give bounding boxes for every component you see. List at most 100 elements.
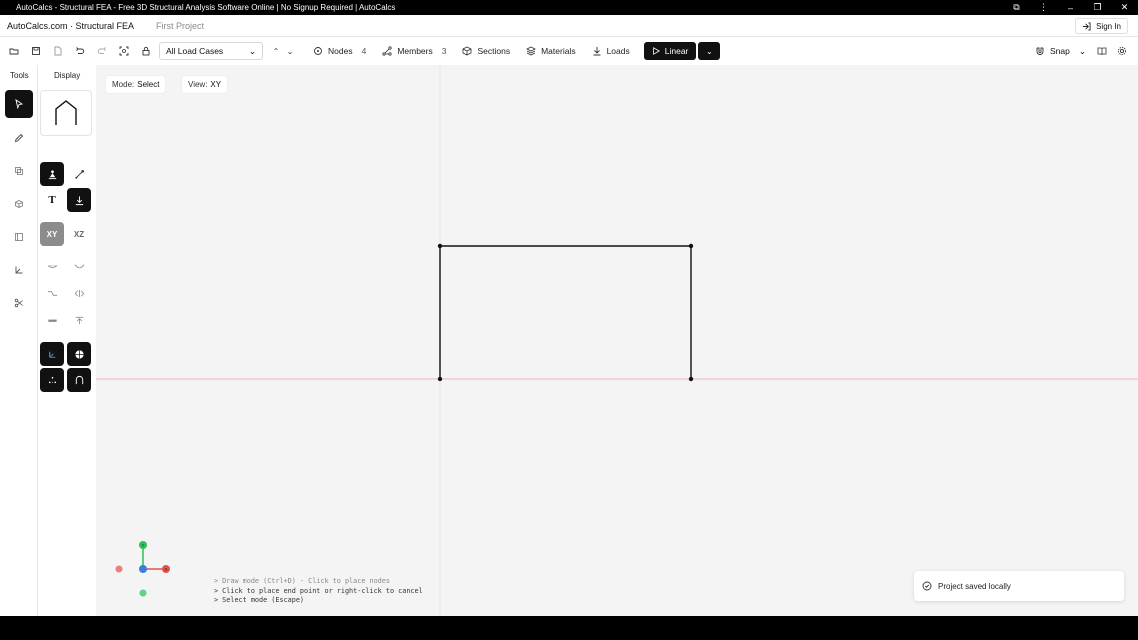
tools-panel: Tools — [0, 65, 38, 616]
redo-icon[interactable] — [91, 40, 113, 62]
support-icon — [48, 169, 56, 179]
gizmo-x-label: X — [164, 567, 167, 572]
snap-label: Snap — [1050, 46, 1070, 56]
show-member-releases-button[interactable] — [67, 162, 91, 186]
display-panel: Display T XY XZ — [38, 65, 96, 616]
show-nodes-button[interactable] — [40, 368, 64, 392]
node[interactable] — [437, 376, 443, 382]
gizmo-z-handle[interactable] — [139, 565, 147, 573]
minimize-icon[interactable]: – — [1057, 3, 1084, 13]
next-load-case-icon[interactable]: ⌄ — [283, 47, 297, 56]
load-arrow-icon — [75, 195, 83, 205]
reaction-icon — [75, 316, 83, 324]
brand-title[interactable]: AutoCalcs.com · Structural FEA — [0, 21, 134, 31]
draw-tool-button[interactable] — [5, 124, 33, 152]
show-labels-button[interactable]: T — [40, 188, 64, 212]
viewport-svg: Y X — [96, 65, 1138, 616]
sign-in-button[interactable]: Sign In — [1075, 18, 1128, 34]
chevron-down-icon: ⌄ — [1078, 45, 1086, 56]
rotate-3d-tool-button[interactable] — [5, 190, 33, 218]
arch-icon — [75, 375, 83, 384]
book-icon[interactable] — [1092, 40, 1112, 62]
previous-load-case-icon[interactable]: ⌃ — [269, 47, 283, 56]
snap-dropdown[interactable]: Snap ⌄ — [1035, 40, 1086, 62]
show-members-button[interactable] — [67, 368, 91, 392]
loads-button[interactable]: Loads — [584, 40, 638, 62]
materials-label: Materials — [541, 46, 576, 56]
save-icon[interactable] — [25, 40, 47, 62]
axes-icon — [15, 266, 23, 274]
show-reactions-button[interactable] — [67, 308, 91, 332]
node-icon — [314, 47, 322, 55]
more-icon[interactable]: ⋮ — [1030, 2, 1057, 13]
window-title: AutoCalcs - Structural FEA - Free 3D Str… — [16, 3, 396, 12]
chevron-down-icon: ⌄ — [248, 45, 256, 56]
node[interactable] — [437, 243, 443, 249]
render-mode-button[interactable] — [67, 342, 91, 366]
analysis-type-dropdown[interactable]: ⌄ — [698, 42, 721, 60]
view-plane-xz-button[interactable]: XZ — [67, 222, 91, 246]
save-toast: Project saved locally — [914, 571, 1124, 601]
loads-label: Loads — [606, 46, 630, 56]
plane-xz-label: XZ — [73, 229, 85, 239]
gizmo-neg-y-handle[interactable] — [139, 589, 147, 597]
materials-button[interactable]: Materials — [518, 40, 583, 62]
select-tool-button[interactable] — [5, 90, 33, 118]
node[interactable] — [688, 376, 694, 382]
members-count: 3 — [441, 46, 447, 56]
panel-tool-button[interactable] — [5, 223, 33, 251]
panel-icon — [15, 233, 23, 241]
toast-message: Project saved locally — [938, 581, 1011, 591]
magnet-icon — [1036, 47, 1044, 55]
show-moment-diagram-button[interactable] — [40, 254, 64, 278]
app-header: AutoCalcs.com · Structural FEA First Pro… — [0, 15, 1138, 37]
sections-button[interactable]: Sections — [454, 40, 518, 62]
sign-in-icon — [1082, 21, 1091, 31]
settings-gear-icon[interactable] — [1112, 40, 1132, 62]
show-supports-button[interactable] — [40, 162, 64, 186]
undo-icon[interactable] — [69, 40, 91, 62]
cursor-icon — [15, 99, 24, 109]
load-case-lock-icon[interactable] — [135, 40, 157, 62]
run-linear-analysis-button[interactable]: Linear — [643, 42, 697, 60]
show-deflection-button[interactable] — [67, 254, 91, 278]
window-titlebar: AutoCalcs - Structural FEA - Free 3D Str… — [0, 0, 1138, 15]
fit-view-icon[interactable] — [113, 40, 135, 62]
dimension-tool-button[interactable] — [5, 256, 33, 284]
node[interactable] — [688, 243, 694, 249]
chevron-down-icon: ⌄ — [706, 46, 713, 56]
load-case-select[interactable]: All Load Cases ⌄ — [159, 42, 263, 60]
project-name[interactable]: First Project — [156, 21, 204, 31]
cut-tool-button[interactable] — [5, 289, 33, 317]
axis-gizmo[interactable]: Y X — [115, 541, 171, 597]
show-shear-diagram-button[interactable] — [40, 281, 64, 305]
show-local-axes-button[interactable] — [40, 342, 64, 366]
sections-label: Sections — [477, 46, 511, 56]
scissors-icon — [14, 298, 23, 308]
cube-icon — [15, 200, 23, 208]
tab-tools[interactable]: Tools — [10, 71, 29, 80]
nodes-button[interactable]: Nodes 4 — [305, 40, 374, 62]
pencil-icon — [14, 133, 24, 143]
sphere-icon — [74, 349, 84, 359]
show-sections-button[interactable] — [40, 308, 64, 332]
tab-display[interactable]: Display — [54, 71, 80, 80]
view-plane-xy-button[interactable]: XY — [40, 222, 64, 246]
show-axial-button[interactable] — [67, 281, 91, 305]
extension-icon[interactable]: ⧉ — [1003, 2, 1030, 13]
console-line: > Select mode (Escape) — [214, 596, 305, 604]
copy-tool-button[interactable] — [5, 157, 33, 185]
model-canvas[interactable]: Mode: Select View: XY Y X > Draw mode (C… — [96, 65, 1138, 616]
open-folder-icon[interactable] — [3, 40, 25, 62]
members-button[interactable]: Members 3 — [374, 40, 454, 62]
restore-icon[interactable]: ❐ — [1084, 2, 1111, 13]
export-file-icon[interactable] — [47, 40, 69, 62]
window-controls: ⧉ ⋮ – ❐ ✕ — [1003, 0, 1138, 15]
section-bar-icon — [47, 319, 57, 322]
close-icon[interactable]: ✕ — [1111, 2, 1138, 13]
structure-preview[interactable] — [40, 90, 92, 136]
show-loads-button[interactable] — [67, 188, 91, 212]
download-arrow-icon — [593, 47, 601, 56]
nodes-label: Nodes — [328, 46, 353, 56]
gizmo-neg-x-handle[interactable] — [115, 565, 123, 573]
